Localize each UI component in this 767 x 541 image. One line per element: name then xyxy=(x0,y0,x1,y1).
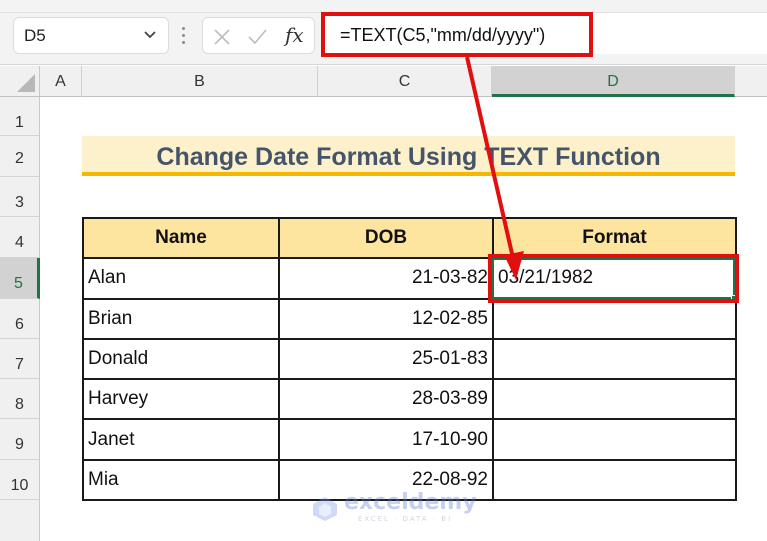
result-highlight-box xyxy=(488,254,739,303)
header-name[interactable]: Name xyxy=(82,216,280,260)
column-header-d[interactable]: D xyxy=(492,66,735,97)
format-cell[interactable] xyxy=(492,337,737,381)
column-header-a[interactable]: A xyxy=(40,66,82,97)
dob-cell[interactable]: 12-02-85 xyxy=(278,297,494,340)
dob-cell[interactable]: 17-10-90 xyxy=(278,418,494,461)
row-header-2[interactable]: 2 xyxy=(0,136,40,177)
row-header-10[interactable]: 10 xyxy=(0,460,40,500)
column-headers: A B C D xyxy=(40,66,767,97)
name-cell[interactable]: Mia xyxy=(82,458,280,502)
x-icon[interactable] xyxy=(212,27,232,47)
watermark-name: exceldemy xyxy=(344,490,477,515)
format-cell[interactable] xyxy=(492,297,737,340)
row-header-6[interactable]: 6 xyxy=(0,299,40,339)
dob-cell[interactable]: 21-03-82 xyxy=(278,257,494,300)
name-box-value: D5 xyxy=(24,26,46,45)
row-header-3[interactable]: 3 xyxy=(0,177,40,217)
row-header-4[interactable]: 4 xyxy=(0,217,40,258)
dob-cell[interactable]: 28-03-89 xyxy=(278,378,494,421)
row-header-8[interactable]: 8 xyxy=(0,379,40,419)
chevron-down-icon[interactable] xyxy=(142,26,158,42)
table-row: Brian 12-02-85 xyxy=(82,297,737,340)
format-cell[interactable] xyxy=(492,458,737,502)
row-header-7[interactable]: 7 xyxy=(0,339,40,379)
check-icon[interactable] xyxy=(247,27,267,47)
row-header-empty xyxy=(0,500,40,541)
name-cell[interactable]: Brian xyxy=(82,297,280,340)
name-cell[interactable]: Alan xyxy=(82,257,280,300)
table-row: Janet 17-10-90 xyxy=(82,418,737,461)
watermark-tagline: EXCEL · DATA · BI xyxy=(358,515,453,523)
exceldemy-logo-icon xyxy=(313,497,337,521)
name-cell[interactable]: Donald xyxy=(82,337,280,381)
header-dob[interactable]: DOB xyxy=(278,216,494,260)
format-cell[interactable] xyxy=(492,378,737,421)
drag-handle-icon[interactable] xyxy=(182,27,186,47)
formula-highlight-box xyxy=(321,12,593,57)
name-box[interactable]: D5 xyxy=(13,17,169,54)
sheet-title: Change Date Format Using TEXT Function xyxy=(82,136,735,176)
header-format[interactable]: Format xyxy=(492,216,737,260)
exceldemy-watermark: exceldemy EXCEL · DATA · BI xyxy=(312,490,477,524)
format-cell[interactable] xyxy=(492,418,737,461)
row-header-9[interactable]: 9 xyxy=(0,419,40,460)
table-row: Donald 25-01-83 xyxy=(82,337,737,381)
select-all-button[interactable] xyxy=(0,66,40,97)
insert-function-icon[interactable]: fx xyxy=(285,23,304,47)
row-header-1[interactable]: 1 xyxy=(0,97,40,136)
formula-controls: fx xyxy=(202,17,315,54)
column-header-c[interactable]: C xyxy=(318,66,492,97)
table-header-row: Name DOB Format xyxy=(82,216,737,260)
table-row: Harvey 28-03-89 xyxy=(82,378,737,421)
column-header-b[interactable]: B xyxy=(82,66,318,97)
name-cell[interactable]: Harvey xyxy=(82,378,280,421)
name-cell[interactable]: Janet xyxy=(82,418,280,461)
dob-cell[interactable]: 25-01-83 xyxy=(278,337,494,381)
row-header-5[interactable]: 5 xyxy=(0,258,40,299)
